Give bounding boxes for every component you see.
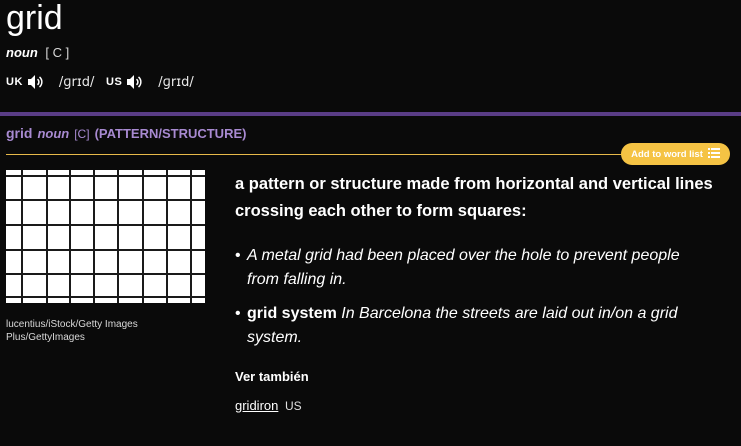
speaker-icon[interactable] xyxy=(126,74,144,90)
grammar-code: [ C ] xyxy=(45,45,70,60)
sense-header: grid noun [C] (PATTERN/STRUCTURE) xyxy=(6,125,246,141)
part-of-speech-line: noun [ C ] xyxy=(6,45,69,60)
example-text: A metal grid had been placed over the ho… xyxy=(247,247,680,288)
pronunciation-us: US /ɡrɪd/ xyxy=(106,74,194,90)
example-phrase: grid system xyxy=(247,305,337,322)
add-to-word-list-label: Add to word list xyxy=(631,148,703,160)
grid-illustration xyxy=(6,170,205,303)
add-to-word-list-button[interactable]: Add to word list xyxy=(621,143,730,165)
example-list: • A metal grid had been placed over the … xyxy=(235,244,705,360)
region-label: US xyxy=(106,76,123,88)
see-also-entry: gridiron US xyxy=(235,398,302,413)
sense-divider xyxy=(6,154,726,155)
region-label: US xyxy=(284,399,302,413)
list-icon xyxy=(707,147,720,161)
ipa-text: /ɡrɪd/ xyxy=(58,74,95,90)
see-also-link[interactable]: gridiron xyxy=(235,398,278,413)
ipa-text: /ɡrɪd/ xyxy=(158,74,194,90)
speaker-icon[interactable] xyxy=(27,74,45,90)
sense-part-of-speech: noun xyxy=(37,126,70,141)
list-item: • A metal grid had been placed over the … xyxy=(235,247,680,288)
list-item: • grid system In Barcelona the streets a… xyxy=(235,305,678,346)
headword: grid xyxy=(6,0,63,37)
pronunciation-uk: UK /ɡrɪd/ xyxy=(6,74,94,90)
image-caption: lucentius/iStock/Getty Images Plus/Getty… xyxy=(6,319,138,343)
definition: a pattern or structure made from horizon… xyxy=(235,175,713,220)
section-divider xyxy=(0,112,741,116)
sense-headword: grid xyxy=(6,125,33,141)
see-also-heading: Ver también xyxy=(235,369,309,384)
sense-grammar-code: [C] xyxy=(74,127,90,141)
part-of-speech: noun xyxy=(6,45,38,60)
guideword: (PATTERN/STRUCTURE) xyxy=(94,126,247,141)
region-label: UK xyxy=(6,76,23,88)
